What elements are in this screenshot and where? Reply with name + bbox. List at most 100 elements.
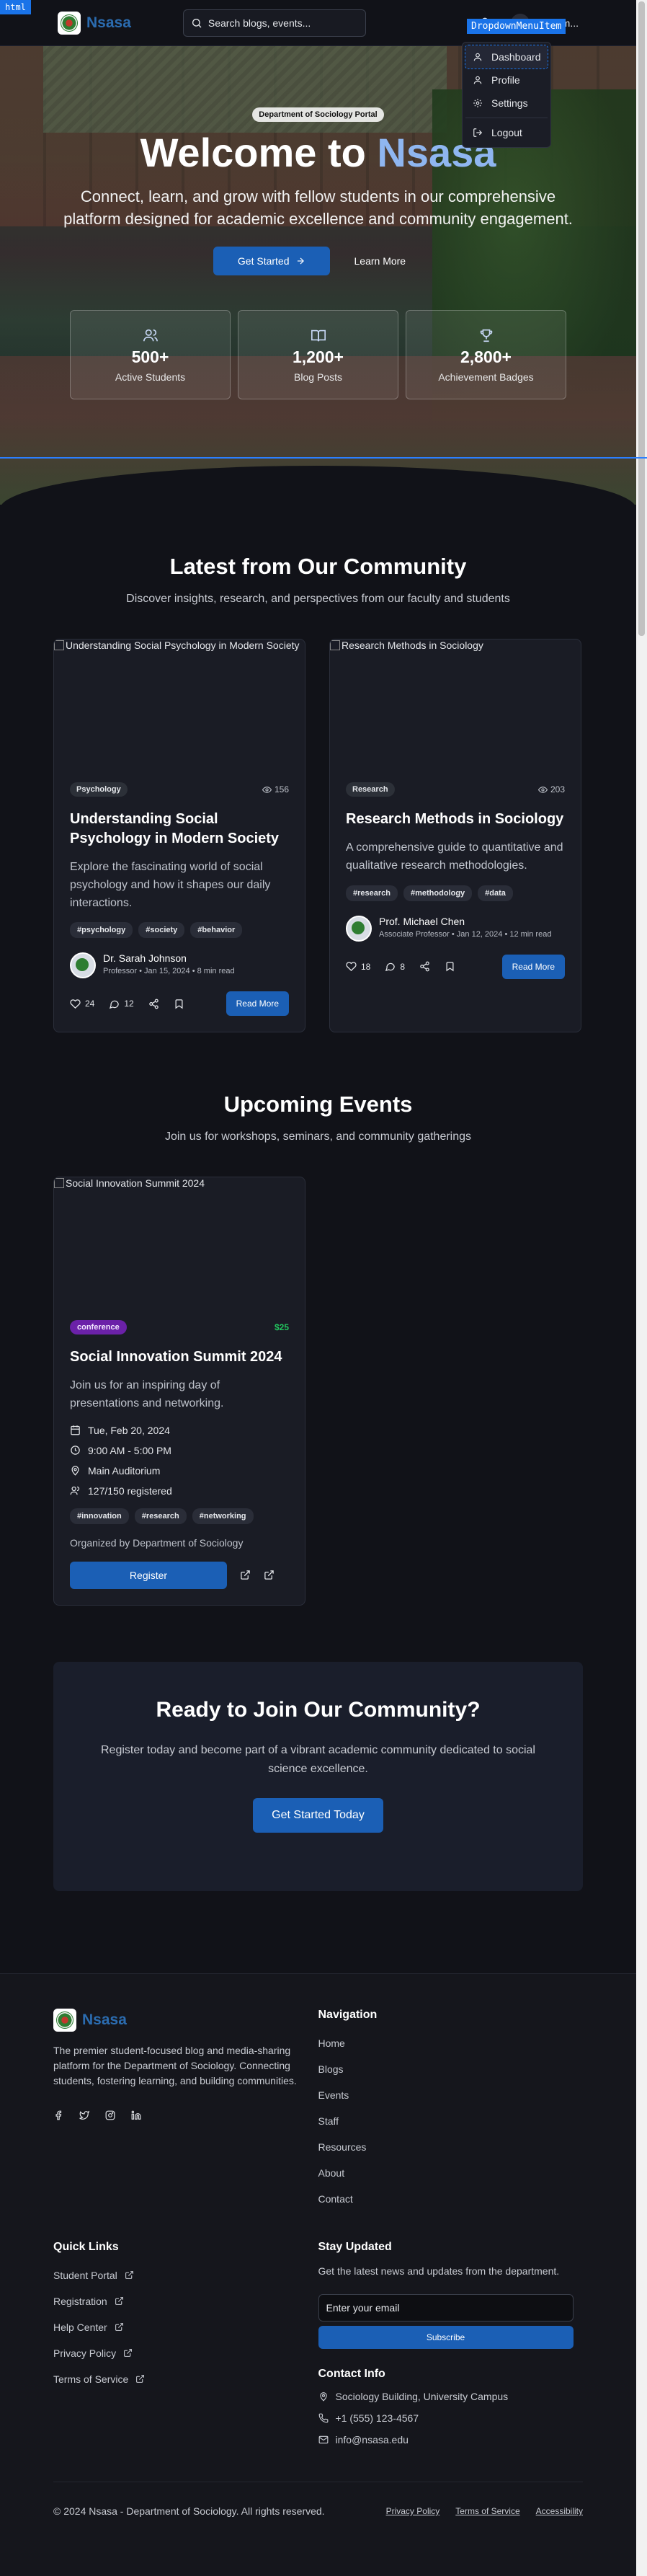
footer-link-contact[interactable]: Contact	[318, 2193, 584, 2205]
quick-link-terms[interactable]: Terms of Service	[53, 2373, 318, 2385]
broken-image-icon	[54, 1178, 64, 1189]
tag-badge[interactable]: #behavior	[190, 922, 243, 939]
events-title: Upcoming Events	[223, 1092, 413, 1117]
stat-label: Blog Posts	[294, 371, 342, 383]
tag-badge[interactable]: #society	[138, 922, 185, 939]
legal-link-accessibility[interactable]: Accessibility	[536, 2506, 583, 2516]
tag-badge[interactable]: #research	[134, 1508, 187, 1524]
comment-button[interactable]: 8	[385, 961, 405, 972]
quick-link-student-portal[interactable]: Student Portal	[53, 2270, 318, 2281]
site-footer: Nsasa The premier student-focused blog a…	[0, 1973, 636, 2576]
external-link-icon	[115, 2322, 124, 2332]
tag-badge[interactable]: #networking	[192, 1508, 254, 1524]
event-title[interactable]: Social Innovation Summit 2024	[70, 1347, 289, 1367]
tag-badge[interactable]: #research	[346, 885, 398, 901]
menu-item-settings[interactable]: Settings	[465, 92, 548, 115]
get-started-button[interactable]: Get Started	[213, 247, 330, 276]
bookmark-icon[interactable]	[174, 999, 184, 1009]
twitter-icon[interactable]	[79, 2110, 89, 2120]
eye-icon	[262, 785, 272, 795]
calendar-icon	[70, 1425, 81, 1435]
quick-link-registration[interactable]: Registration	[53, 2296, 318, 2307]
cta-section: Ready to Join Our Community? Register to…	[53, 1661, 583, 1891]
comment-button[interactable]: 12	[109, 999, 134, 1009]
subscribe-button[interactable]: Subscribe	[318, 2325, 574, 2349]
debug-html-tag: html	[0, 0, 31, 14]
event-organizer: Organized by Department of Sociology	[70, 1536, 244, 1549]
hero-subtitle: Connect, learn, and grow with fellow stu…	[63, 187, 573, 229]
logo-seal-icon	[53, 2008, 76, 2032]
learn-more-button[interactable]: Learn More	[337, 247, 424, 275]
scrollbar-thumb[interactable]	[638, 1, 645, 636]
share-icon[interactable]	[419, 961, 430, 972]
legal-link-privacy[interactable]: Privacy Policy	[386, 2506, 440, 2516]
blog-title[interactable]: Understanding Social Psychology in Moder…	[70, 810, 289, 849]
blog-image[interactable]: Understanding Social Psychology in Moder…	[54, 639, 305, 782]
trophy-icon	[478, 327, 494, 343]
blog-title[interactable]: Research Methods in Sociology	[346, 810, 565, 829]
event-image[interactable]: Social Innovation Summit 2024	[54, 1177, 305, 1320]
read-more-button[interactable]: Read More	[501, 954, 565, 979]
instagram-icon[interactable]	[105, 2110, 115, 2120]
brand-logo[interactable]: Nsasa	[58, 11, 131, 35]
footer-link-staff[interactable]: Staff	[318, 2115, 584, 2127]
debug-dropdown-tag: DropdownMenuItem	[467, 19, 566, 34]
search-box[interactable]	[182, 9, 366, 37]
view-count: 156	[262, 784, 289, 795]
external-link-icon[interactable]	[264, 1570, 275, 1580]
blog-image[interactable]: Research Methods in Sociology	[330, 639, 581, 782]
blog-excerpt: Explore the fascinating world of social …	[70, 861, 271, 909]
footer-link-blogs[interactable]: Blogs	[318, 2063, 584, 2075]
page-scrollbar[interactable]	[636, 0, 647, 2576]
tag-badge[interactable]: #data	[478, 885, 513, 901]
like-button[interactable]: 18	[346, 961, 370, 972]
share-icon[interactable]	[240, 1570, 251, 1580]
footer-link-events[interactable]: Events	[318, 2089, 584, 2101]
search-icon	[191, 17, 202, 29]
tag-badge[interactable]: #innovation	[70, 1508, 129, 1524]
event-registrations: 127/150 registered	[70, 1485, 289, 1497]
stat-label: Achievement Badges	[438, 371, 534, 383]
stats-row: 500+ Active Students 1,200+ Blog Posts 2…	[0, 310, 636, 400]
menu-item-dashboard[interactable]: Dashboard	[465, 45, 548, 69]
broken-image-icon	[330, 640, 340, 650]
legal-link-terms[interactable]: Terms of Service	[455, 2506, 519, 2516]
author-avatar	[346, 915, 372, 942]
hero-badge: Department of Sociology Portal	[252, 107, 384, 122]
arrow-right-icon	[295, 256, 305, 266]
newsletter-text: Get the latest news and updates from the…	[318, 2265, 560, 2277]
register-button[interactable]: Register	[70, 1561, 227, 1589]
event-location: Main Auditorium	[70, 1465, 289, 1477]
contact-email[interactable]: info@nsasa.edu	[318, 2434, 584, 2446]
footer-logo[interactable]: Nsasa	[53, 2008, 318, 2032]
like-button[interactable]: 24	[70, 999, 94, 1009]
footer-link-resources[interactable]: Resources	[318, 2141, 584, 2153]
search-input[interactable]	[208, 17, 358, 29]
view-count: 203	[537, 784, 565, 795]
quick-link-privacy-policy[interactable]: Privacy Policy	[53, 2347, 318, 2359]
tag-badge[interactable]: #methodology	[403, 885, 473, 901]
footer-link-home[interactable]: Home	[318, 2037, 584, 2049]
footer-link-about[interactable]: About	[318, 2167, 584, 2179]
cta-title: Ready to Join Our Community?	[156, 1697, 481, 1722]
blog-excerpt: A comprehensive guide to quantitative an…	[346, 841, 563, 872]
phone-icon	[318, 2413, 329, 2423]
quick-link-help-center[interactable]: Help Center	[53, 2322, 318, 2333]
facebook-icon[interactable]	[53, 2110, 63, 2120]
contact-phone[interactable]: +1 (555) 123-4567	[318, 2412, 584, 2424]
tag-badge[interactable]: #psychology	[70, 922, 133, 939]
share-icon[interactable]	[148, 999, 159, 1009]
read-more-button[interactable]: Read More	[226, 991, 289, 1017]
menu-item-logout[interactable]: Logout	[465, 121, 548, 144]
event-description: Join us for an inspiring day of presenta…	[70, 1379, 224, 1410]
linkedin-icon[interactable]	[131, 2110, 141, 2120]
stat-value: 2,800+	[460, 347, 512, 366]
users-icon	[70, 1485, 81, 1496]
external-link-icon	[135, 2374, 145, 2384]
heart-icon	[70, 999, 81, 1009]
menu-item-profile[interactable]: Profile	[465, 68, 548, 92]
get-started-today-button[interactable]: Get Started Today	[253, 1798, 383, 1833]
bookmark-icon[interactable]	[445, 961, 455, 972]
logout-icon	[473, 128, 483, 138]
newsletter-email-input[interactable]	[318, 2293, 574, 2322]
